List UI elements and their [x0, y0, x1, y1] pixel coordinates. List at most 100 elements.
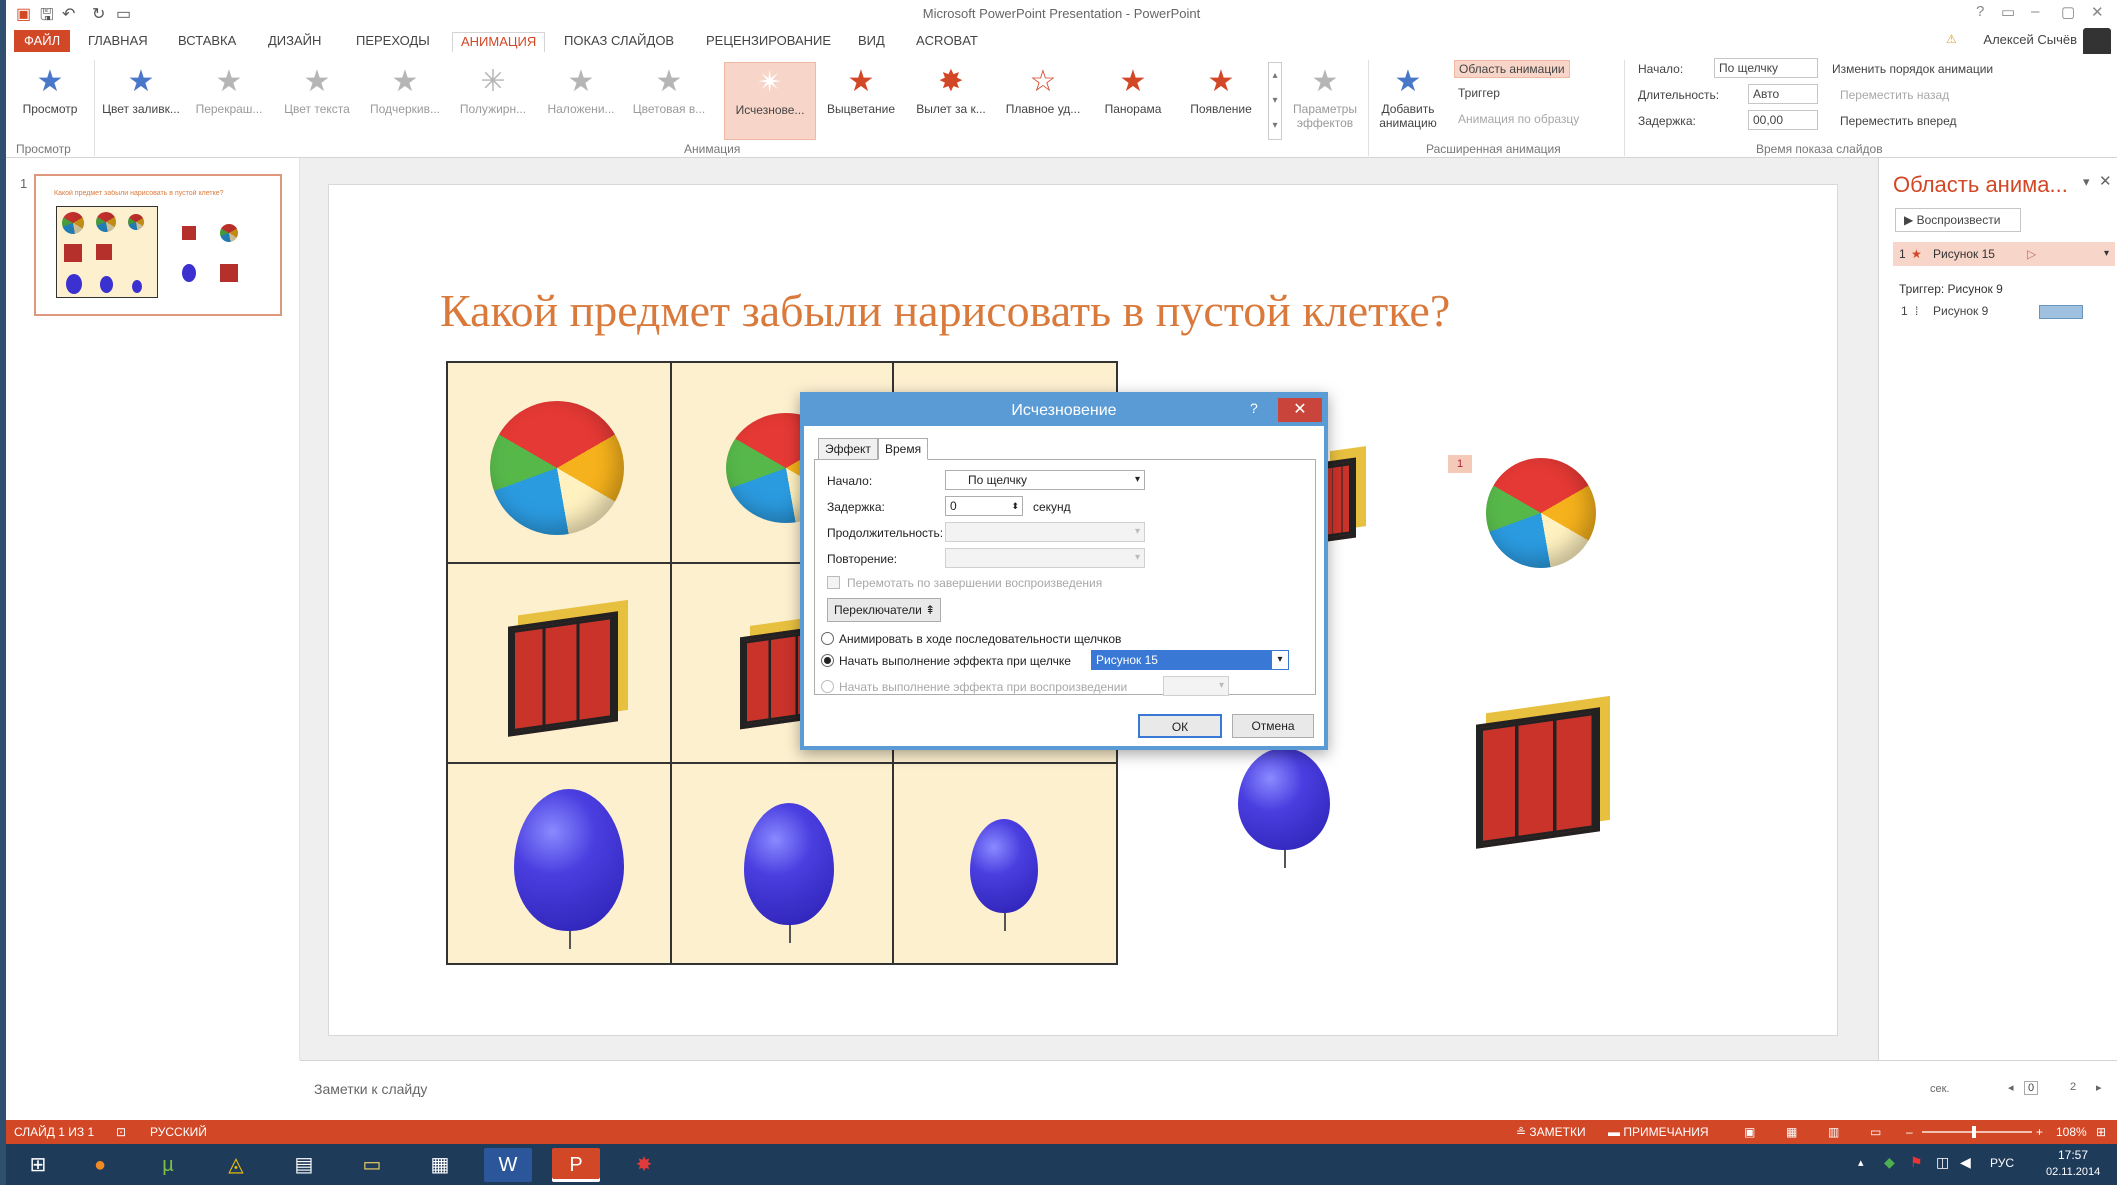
ok-button[interactable]: ОК: [1138, 714, 1222, 738]
comments-toggle[interactable]: ▬ ПРИМЕЧАНИЯ: [1608, 1125, 1709, 1139]
windows-start-icon[interactable]: ⊞: [14, 1148, 62, 1182]
click-target-select[interactable]: Рисунок 15 ▾: [1091, 650, 1289, 670]
effect-options-button[interactable]: ★ Параметры эффектов: [1288, 62, 1362, 140]
timeline-scroll-right[interactable]: ▸: [2096, 1081, 2102, 1094]
preview-button[interactable]: ★ Просмотр: [10, 62, 90, 140]
add-animation-button[interactable]: ★ Добавить анимацию: [1372, 62, 1444, 140]
duration-spinner[interactable]: Авто: [1748, 84, 1818, 104]
repeat-select[interactable]: ▾: [945, 548, 1145, 568]
tab-review[interactable]: РЕЦЕНЗИРОВАНИЕ: [706, 32, 831, 52]
minimize-icon[interactable]: –: [2031, 3, 2039, 20]
pane-close-icon[interactable]: ✕: [2099, 172, 2112, 190]
anim-fade[interactable]: ★ Выцветание: [818, 62, 904, 140]
tab-view[interactable]: ВИД: [858, 32, 885, 52]
anim-disappear[interactable]: ✴ Исчезнове...: [724, 62, 816, 140]
radio-sequence[interactable]: [821, 632, 834, 645]
avatar[interactable]: [2083, 28, 2111, 56]
triggers-button[interactable]: Переключатели ⇞: [827, 598, 941, 622]
delay-input[interactable]: 0 ⬍: [945, 496, 1023, 516]
anim-appear[interactable]: ★ Появление: [1178, 62, 1264, 140]
play-button[interactable]: ▶ Воспроизвести: [1895, 208, 2021, 232]
balloon-answer-image[interactable]: [1238, 748, 1330, 868]
close-icon[interactable]: ✕: [2091, 3, 2104, 21]
normal-view-icon[interactable]: ▣: [1744, 1125, 1755, 1139]
start-combo[interactable]: По щелчку: [1714, 58, 1818, 78]
dialog-help-icon[interactable]: ?: [1250, 400, 1258, 416]
dialog-close-icon[interactable]: ✕: [1278, 398, 1322, 422]
animation-painter-button[interactable]: Анимация по образцу: [1458, 112, 1579, 126]
firefox-icon[interactable]: ●: [76, 1148, 124, 1182]
fit-slide-icon[interactable]: ⊞: [2096, 1125, 2106, 1139]
slideshow-view-icon[interactable]: ▭: [1870, 1125, 1881, 1139]
tab-home[interactable]: ГЛАВНАЯ: [88, 32, 148, 52]
notes-pane[interactable]: Заметки к слайду: [300, 1060, 1878, 1120]
tab-acrobat[interactable]: ACROBAT: [916, 32, 978, 52]
animation-list-item[interactable]: 1 ⁞ Рисунок 9: [1893, 300, 2115, 322]
star-app-icon[interactable]: ✸: [620, 1148, 668, 1182]
tray-app-icon[interactable]: ◆: [1884, 1154, 1895, 1171]
spellcheck-icon[interactable]: ⊡: [116, 1125, 126, 1139]
word-icon[interactable]: W: [484, 1148, 532, 1182]
beach-ball-image[interactable]: [490, 401, 624, 535]
zoom-out-icon[interactable]: –: [1906, 1125, 1913, 1139]
dialog-tab-timing[interactable]: Время: [878, 438, 929, 460]
tray-flag-icon[interactable]: ⚑: [1910, 1154, 1923, 1171]
balloon-image[interactable]: [970, 819, 1038, 931]
zoom-slider-thumb[interactable]: [1972, 1126, 1976, 1138]
network-icon[interactable]: ◫: [1936, 1154, 1949, 1171]
tab-file[interactable]: ФАЙЛ: [14, 30, 71, 52]
move-later-button[interactable]: Переместить вперед: [1840, 114, 1956, 128]
tab-transitions[interactable]: ПЕРЕХОДЫ: [356, 32, 430, 52]
app-flag-icon[interactable]: ▦: [416, 1148, 464, 1182]
rubik-cube-answer-image[interactable]: [1476, 707, 1600, 849]
anim-overlay[interactable]: ★ Наложени...: [538, 62, 624, 140]
notes-toggle[interactable]: ≗ ЗАМЕТКИ: [1516, 1125, 1586, 1139]
radio-on-play[interactable]: [821, 680, 834, 693]
tab-slideshow[interactable]: ПОКАЗ СЛАЙДОВ: [564, 32, 674, 52]
keyboard-language[interactable]: РУС: [1990, 1156, 2014, 1170]
duration-select[interactable]: ▾: [945, 522, 1145, 542]
anim-underline[interactable]: ★ Подчеркив...: [362, 62, 448, 140]
rubik-cube-image[interactable]: [508, 611, 618, 737]
beach-ball-answer-image[interactable]: [1486, 458, 1596, 568]
maximize-icon[interactable]: ▢: [2061, 3, 2075, 21]
dialog-tab-effect[interactable]: Эффект: [818, 438, 878, 460]
powerpoint-icon[interactable]: P: [552, 1148, 600, 1182]
reading-view-icon[interactable]: ▥: [1828, 1125, 1839, 1139]
bookmark-select[interactable]: ▾: [1163, 676, 1229, 696]
language-indicator[interactable]: РУССКИЙ: [150, 1125, 207, 1139]
zoom-in-icon[interactable]: +: [2036, 1125, 2043, 1139]
tab-animations[interactable]: АНИМАЦИЯ: [452, 32, 546, 52]
balloon-image[interactable]: [514, 789, 624, 949]
zoom-level[interactable]: 108%: [2056, 1125, 2087, 1139]
volume-icon[interactable]: ◀: [1960, 1154, 1971, 1171]
tab-design[interactable]: ДИЗАЙН: [268, 32, 321, 52]
start-select[interactable]: По щелчку ▾: [945, 470, 1145, 490]
clock-time[interactable]: 17:57: [2058, 1148, 2088, 1162]
clock-date[interactable]: 02.11.2014: [2046, 1166, 2100, 1178]
tab-insert[interactable]: ВСТАВКА: [178, 32, 236, 52]
timeline-scroll-left[interactable]: ◂: [2008, 1081, 2014, 1094]
seconds-dropdown[interactable]: сек.: [1930, 1083, 1950, 1095]
pane-options-icon[interactable]: ▾: [2083, 174, 2090, 190]
anim-pan[interactable]: ★ Панорама: [1090, 62, 1176, 140]
anim-bold[interactable]: ✳ Полужирн...: [450, 62, 536, 140]
gallery-scroll[interactable]: ▴ ▾ ▾: [1268, 62, 1282, 140]
anim-float-out[interactable]: ☆ Плавное уд...: [998, 62, 1088, 140]
delay-spinner[interactable]: 00,00: [1748, 110, 1818, 130]
anim-color-wave[interactable]: ★ Цветовая в...: [626, 62, 712, 140]
explorer-icon[interactable]: ▭: [348, 1148, 396, 1182]
cancel-button[interactable]: Отмена: [1232, 714, 1314, 738]
anim-fill-color[interactable]: ★ Цвет заливк...: [98, 62, 184, 140]
anim-fly-out[interactable]: ✸ Вылет за к...: [906, 62, 996, 140]
anim-recolor[interactable]: ★ Перекраш...: [186, 62, 272, 140]
slide-title[interactable]: Какой предмет забыли нарисовать в пустой…: [440, 284, 1740, 337]
move-earlier-button[interactable]: Переместить назад: [1840, 88, 1949, 102]
radio-on-click[interactable]: [821, 654, 834, 667]
anim-text-color[interactable]: ★ Цвет текста: [274, 62, 360, 140]
slide-thumbnail[interactable]: Какой предмет забыли нарисовать в пустой…: [34, 174, 282, 316]
tray-arrow-icon[interactable]: ▴: [1858, 1156, 1864, 1169]
trigger-button[interactable]: Триггер: [1458, 86, 1500, 100]
zoom-slider[interactable]: [1922, 1131, 2032, 1133]
ribbon-display-icon[interactable]: ▭: [2001, 3, 2015, 21]
